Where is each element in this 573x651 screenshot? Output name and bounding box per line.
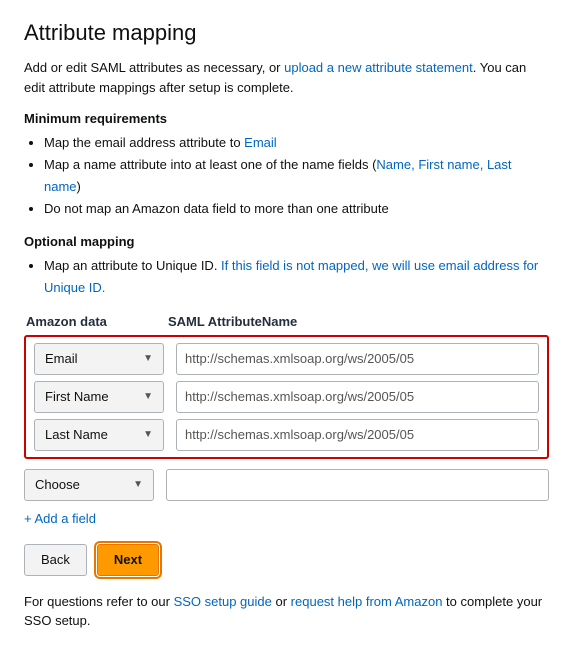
optional-item-1: Map an attribute to Unique ID. If this f… — [44, 255, 549, 299]
chevron-down-icon: ▼ — [143, 353, 153, 364]
table-row: Email ▼ — [34, 343, 539, 375]
amazon-data-header: Amazon data — [26, 314, 156, 329]
next-button[interactable]: Next — [97, 544, 159, 576]
firstname-saml-input[interactable] — [176, 381, 539, 413]
optional-saml-input[interactable] — [166, 469, 549, 501]
upload-attribute-link[interactable]: upload a new attribute statement — [284, 60, 473, 75]
email-dropdown[interactable]: Email ▼ — [34, 343, 164, 375]
chevron-down-icon: ▼ — [133, 479, 143, 490]
firstname-dropdown[interactable]: First Name ▼ — [34, 381, 164, 413]
req-item-3: Do not map an Amazon data field to more … — [44, 198, 549, 220]
req-item-2: Map a name attribute into at least one o… — [44, 154, 549, 198]
chevron-down-icon: ▼ — [143, 429, 153, 440]
intro-paragraph: Add or edit SAML attributes as necessary… — [24, 58, 549, 97]
req-item-1: Map the email address attribute to Email — [44, 132, 549, 154]
page-title: Attribute mapping — [24, 20, 549, 46]
saml-attribute-header: SAML AttributeName — [168, 314, 549, 329]
table-row: Last Name ▼ — [34, 419, 539, 451]
back-button[interactable]: Back — [24, 544, 87, 576]
sso-guide-link[interactable]: SSO setup guide — [174, 594, 272, 609]
minimum-requirements-heading: Minimum requirements — [24, 111, 549, 126]
lastname-dropdown[interactable]: Last Name ▼ — [34, 419, 164, 451]
optional-mapping-row: Choose ▼ — [24, 469, 549, 501]
table-headers: Amazon data SAML AttributeName — [24, 314, 549, 329]
button-row: Back Next — [24, 544, 549, 576]
unique-id-link[interactable]: If this field is not mapped, we will use… — [44, 258, 538, 295]
minimum-requirements-list: Map the email address attribute to Email… — [44, 132, 549, 220]
email-link[interactable]: Email — [244, 135, 277, 150]
request-help-link[interactable]: request help from Amazon — [291, 594, 443, 609]
table-row: First Name ▼ — [34, 381, 539, 413]
chevron-down-icon: ▼ — [143, 391, 153, 402]
required-mapping-rows: Email ▼ First Name ▼ Last Name ▼ — [24, 335, 549, 459]
add-field-link[interactable]: + Add a field — [24, 511, 96, 526]
optional-mapping-list: Map an attribute to Unique ID. If this f… — [44, 255, 549, 299]
footer-text: For questions refer to our SSO setup gui… — [24, 592, 549, 631]
name-fields-link[interactable]: Name, First name, Last name — [44, 157, 512, 194]
lastname-saml-input[interactable] — [176, 419, 539, 451]
choose-dropdown[interactable]: Choose ▼ — [24, 469, 154, 501]
email-saml-input[interactable] — [176, 343, 539, 375]
optional-mapping-heading: Optional mapping — [24, 234, 549, 249]
